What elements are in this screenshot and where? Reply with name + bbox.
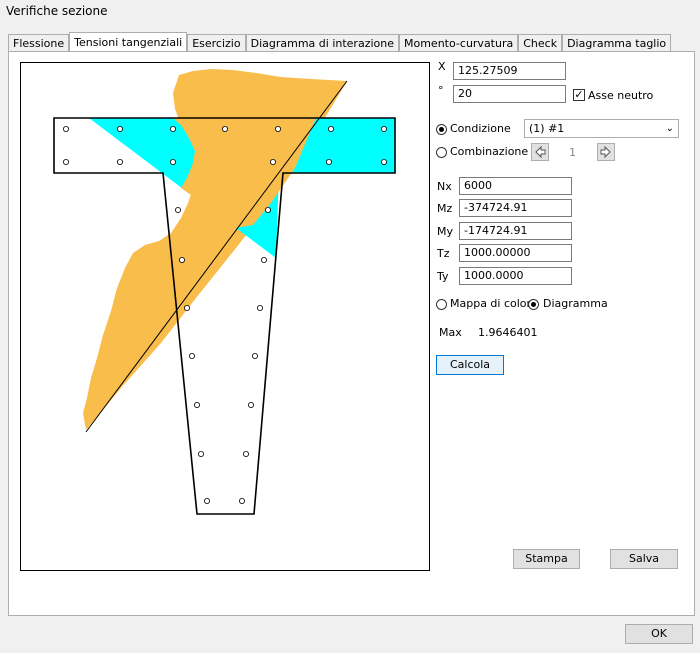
rebar xyxy=(63,159,70,166)
combinazione-label: Combinazione xyxy=(450,145,529,158)
rebar xyxy=(269,159,276,166)
stampa-button[interactable]: Stampa xyxy=(513,549,580,569)
condizione-select[interactable]: (1) #1 ⌄ xyxy=(524,119,679,138)
combination-index: 1 xyxy=(569,146,576,159)
tab-diagramma-interazione[interactable]: Diagramma di interazione xyxy=(245,34,399,52)
rebar xyxy=(193,401,200,408)
angle-field[interactable]: 20 xyxy=(453,85,566,103)
tab-check[interactable]: Check xyxy=(518,34,563,52)
section-canvas[interactable] xyxy=(20,62,430,571)
ok-button[interactable]: OK xyxy=(625,624,693,644)
ty-field[interactable]: 1000.0000 xyxy=(459,267,572,285)
x-label: X xyxy=(438,60,446,73)
salva-button[interactable]: Salva xyxy=(610,549,678,569)
window-title: Verifiche sezione xyxy=(6,4,108,18)
degree-label: ° xyxy=(438,84,444,97)
asse-neutro-checkbox[interactable]: ✓ xyxy=(573,89,585,101)
diagramma-label: Diagramma xyxy=(543,297,608,310)
condizione-radio[interactable] xyxy=(436,124,447,135)
rebar xyxy=(117,126,124,133)
condizione-value: (1) #1 xyxy=(529,122,565,135)
rebar xyxy=(256,304,263,311)
rebar xyxy=(221,126,228,133)
tab-momento-curvatura[interactable]: Momento-curvatura xyxy=(399,34,519,52)
rebar xyxy=(178,256,185,263)
x-field[interactable]: 125.27509 xyxy=(453,62,566,80)
nx-label: Nx xyxy=(437,180,452,193)
condizione-label: Condizione xyxy=(450,122,511,135)
max-label: Max xyxy=(439,326,462,339)
mappa-colori-radio[interactable] xyxy=(436,299,447,310)
my-label: My xyxy=(437,225,454,238)
rebar xyxy=(117,159,124,166)
prev-button[interactable] xyxy=(531,143,549,161)
mappa-colori-label: Mappa di colori xyxy=(450,297,535,310)
rebar xyxy=(274,126,281,133)
rebar xyxy=(251,352,258,359)
my-field[interactable]: -174724.91 xyxy=(459,222,572,240)
nx-field[interactable]: 6000 xyxy=(459,177,572,195)
rebar xyxy=(247,401,254,408)
asse-neutro-label: Asse neutro xyxy=(588,89,654,102)
rebar xyxy=(238,497,245,504)
arrow-left-icon xyxy=(535,145,546,159)
tab-bar: Flessione Tensioni tangenziali Esercizio… xyxy=(8,32,672,52)
rebar xyxy=(260,256,267,263)
rebar xyxy=(380,126,387,133)
rebar xyxy=(169,159,176,166)
rebar xyxy=(63,126,70,133)
next-button[interactable] xyxy=(597,143,615,161)
rebar xyxy=(197,450,204,457)
section-drawing xyxy=(53,69,396,515)
rebar xyxy=(327,126,334,133)
tab-flessione[interactable]: Flessione xyxy=(8,34,70,52)
max-value: 1.9646401 xyxy=(478,326,538,339)
combinazione-radio[interactable] xyxy=(436,147,447,158)
rebar xyxy=(380,159,387,166)
tab-esercizio[interactable]: Esercizio xyxy=(187,34,246,52)
ty-label: Ty xyxy=(437,270,449,283)
arrow-right-icon xyxy=(600,145,611,159)
chevron-down-icon: ⌄ xyxy=(665,123,674,134)
rebar xyxy=(174,206,181,213)
rebar xyxy=(188,352,195,359)
rebar xyxy=(264,206,271,213)
mz-field[interactable]: -374724.91 xyxy=(459,199,572,217)
calcola-button[interactable]: Calcola xyxy=(436,355,504,375)
tz-label: Tz xyxy=(437,247,450,260)
rebar xyxy=(183,304,190,311)
tz-field[interactable]: 1000.00000 xyxy=(459,244,572,262)
rebar xyxy=(203,497,210,504)
mz-label: Mz xyxy=(437,202,453,215)
rebar xyxy=(169,126,176,133)
rebar xyxy=(242,450,249,457)
tab-tensioni-tangenziali[interactable]: Tensioni tangenziali xyxy=(69,32,188,52)
tab-diagramma-taglio[interactable]: Diagramma taglio xyxy=(562,34,672,52)
diagramma-radio[interactable] xyxy=(528,299,539,310)
rebar xyxy=(325,159,332,166)
